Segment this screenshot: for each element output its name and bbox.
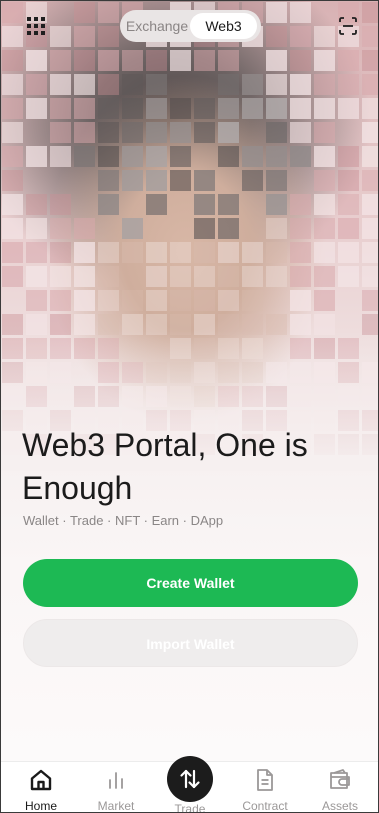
- bottom-nav: Home Market Trade Contract Assets: [1, 756, 378, 813]
- tab-web3[interactable]: Web3: [190, 13, 257, 39]
- grid-icon[interactable]: [27, 17, 45, 35]
- nav-label-trade: Trade: [174, 802, 206, 813]
- nav-item-trade[interactable]: Trade: [160, 756, 220, 813]
- home-icon: [30, 769, 52, 791]
- nav-label-assets: Assets: [321, 799, 358, 813]
- hero-image: [1, 1, 378, 471]
- nav-label-home: Home: [24, 799, 57, 813]
- assets-icon: [330, 769, 350, 789]
- nav-label-market: Market: [97, 799, 135, 813]
- feature-list: Wallet · Trade · NFT · Earn · DApp: [23, 513, 224, 528]
- nav-label-contract: Contract: [242, 799, 288, 813]
- nav-item-home[interactable]: Home: [11, 762, 71, 813]
- scan-icon[interactable]: [339, 17, 357, 35]
- market-icon: [109, 772, 123, 789]
- headline: Web3 Portal, One is Enough: [22, 427, 308, 506]
- import-wallet-button[interactable]: Import Wallet: [23, 619, 358, 667]
- nav-item-market[interactable]: Market: [86, 762, 146, 813]
- nav-item-assets[interactable]: Assets: [310, 762, 370, 813]
- top-bar: Exchange Web3: [1, 1, 378, 53]
- tab-exchange[interactable]: Exchange: [124, 13, 190, 39]
- nav-item-contract[interactable]: Contract: [235, 762, 295, 813]
- create-wallet-button[interactable]: Create Wallet: [23, 559, 358, 607]
- app-screen: Exchange Web3 Web3 Portal, One is Enough…: [0, 0, 379, 813]
- trade-icon: [167, 756, 213, 802]
- exchange-web3-toggle: Exchange Web3: [120, 10, 261, 42]
- contract-icon: [257, 769, 273, 791]
